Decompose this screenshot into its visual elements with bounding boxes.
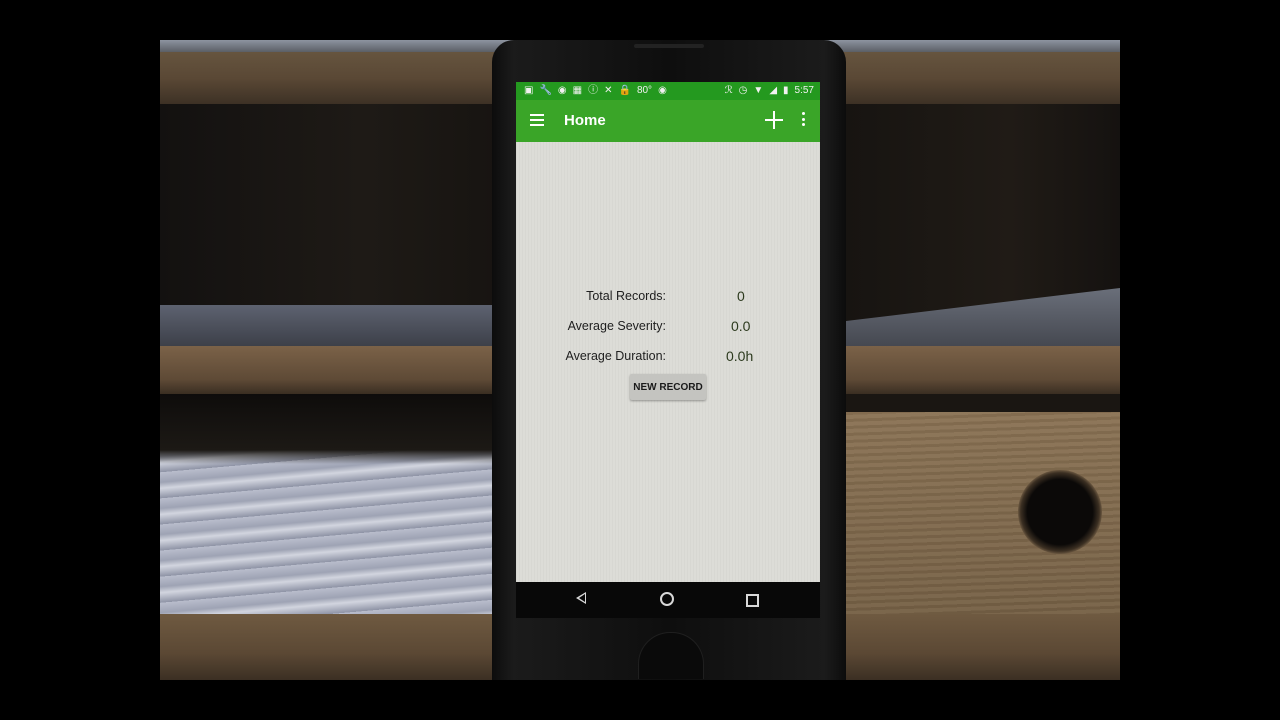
stat-label-average-severity: Average Severity: (567, 319, 666, 333)
hamburger-menu-icon[interactable] (530, 114, 544, 126)
stat-row-average-severity: Average Severity: 0.0 (516, 315, 820, 337)
add-icon[interactable] (764, 110, 784, 130)
bluetooth-icon: ℛ (724, 85, 733, 96)
status-icons-left: ▣ 🔧 ◉ ▦ ⓘ ✕ 🔒 80° ◉ (524, 84, 667, 98)
recent-apps-icon[interactable] (746, 594, 759, 607)
navigation-bar (516, 582, 820, 618)
paper-left (160, 305, 500, 347)
fire-icon: ◉ (557, 85, 567, 96)
status-icons-right: ℛ ◷ ▼ ◢ ▮ 5:57 (725, 84, 814, 98)
battery-icon: ▮ (783, 85, 789, 96)
back-icon[interactable] (576, 592, 586, 604)
stat-label-total-records: Total Records: (586, 289, 666, 303)
new-record-button[interactable]: NEW RECORD (630, 374, 706, 400)
stat-value-total-records: 0 (737, 288, 745, 304)
home-icon[interactable] (660, 592, 674, 606)
signal-icon: ◢ (769, 85, 778, 96)
stat-row-average-duration: Average Duration: 0.0h (516, 345, 820, 367)
stat-row-total-records: Total Records: 0 (516, 285, 820, 307)
wifi-icon: ▼ (753, 85, 764, 96)
alarm-icon: ◷ (738, 85, 748, 96)
status-bar: ▣ 🔧 ◉ ▦ ⓘ ✕ 🔒 80° ◉ ℛ ◷ ▼ ◢ ▮ 5:57 (516, 82, 820, 100)
phone-earpiece (634, 44, 704, 48)
shelf-middle-left (160, 346, 500, 394)
app-toolbar: Home (516, 100, 820, 142)
stat-value-average-duration: 0.0h (726, 348, 754, 364)
stat-value-average-severity: 0.0 (731, 318, 751, 334)
facebook-icon: ▦ (572, 85, 583, 96)
drawer-handle-hole (1018, 470, 1102, 554)
phone-screen: ▣ 🔧 ◉ ▦ ⓘ ✕ 🔒 80° ◉ ℛ ◷ ▼ ◢ ▮ 5:57 Home (516, 82, 820, 582)
shelf-middle-right (846, 346, 1120, 394)
page-title: Home (564, 112, 606, 129)
android-icon: ◉ (658, 85, 667, 96)
lock-icon: 🔒 (618, 85, 631, 96)
more-vert-icon[interactable] (802, 112, 806, 128)
notification-icon: ▣ (524, 85, 534, 96)
home-content: Total Records: 0 Average Severity: 0.0 A… (516, 142, 820, 582)
info-icon: ⓘ (588, 85, 599, 96)
temperature-text: 80° (636, 85, 653, 96)
shelf-shadow (160, 394, 500, 464)
stat-label-average-duration: Average Duration: (565, 349, 666, 363)
wrench-icon: 🔧 (539, 85, 552, 96)
no-signal-icon: ✕ (604, 85, 613, 96)
status-time: 5:57 (794, 85, 814, 96)
